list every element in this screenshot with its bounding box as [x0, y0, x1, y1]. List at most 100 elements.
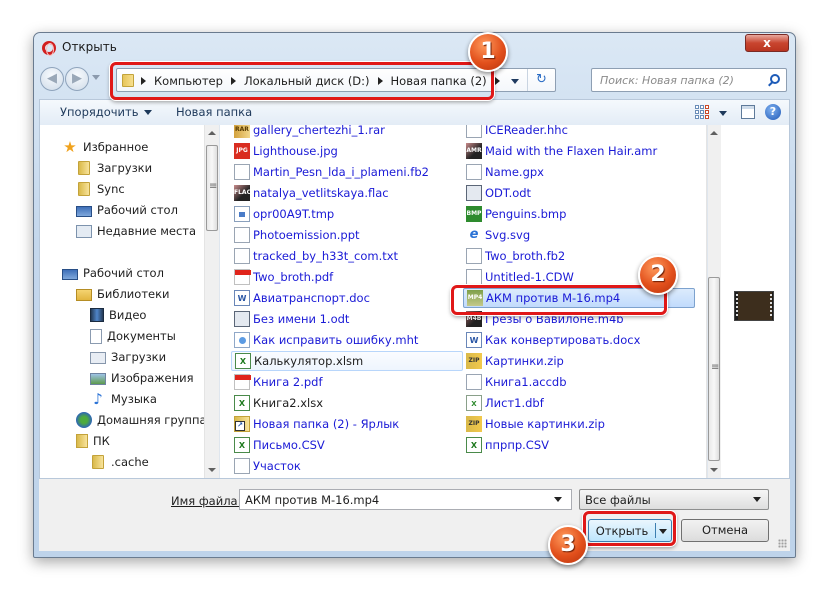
- nav-item[interactable]: Рабочий стол: [62, 263, 164, 283]
- nav-item[interactable]: Изображения: [90, 368, 194, 388]
- search-input[interactable]: Поиск: Новая папка (2): [591, 68, 787, 92]
- file-item[interactable]: Name.gpx: [463, 162, 544, 182]
- change-view-icon[interactable]: [695, 105, 709, 119]
- help-icon[interactable]: ?: [765, 104, 781, 120]
- file-item[interactable]: RAR gallery_chertezhi_1.rar: [231, 125, 385, 140]
- file-item[interactable]: ODT.odt: [463, 183, 531, 203]
- nav-item[interactable]: Библиотеки: [76, 284, 170, 304]
- breadcrumb-computer[interactable]: Компьютер: [154, 74, 223, 88]
- scroll-thumb[interactable]: [206, 145, 218, 231]
- file-item[interactable]: Участок: [231, 456, 301, 476]
- file-item[interactable]: Martin_Pesn_lda_i_plameni.fb2: [231, 162, 429, 182]
- close-button[interactable]: x: [745, 34, 789, 52]
- search-icon[interactable]: [770, 74, 780, 84]
- forward-button[interactable]: ▶: [65, 67, 89, 91]
- word-file-icon: W: [234, 290, 250, 306]
- split-divider: [655, 523, 656, 538]
- file-item[interactable]: Книга1.accdb: [463, 372, 567, 392]
- view-options-dropdown[interactable]: [719, 111, 727, 116]
- nav-item[interactable]: Рабочий стол: [76, 200, 178, 220]
- file-item[interactable]: e Svg.svg: [463, 225, 531, 245]
- nav-item[interactable]: Домашняя группа: [76, 410, 207, 430]
- file-item[interactable]: Без имени 1.odt: [231, 309, 349, 329]
- file-name: gallery_chertezhi_1.rar: [253, 125, 385, 137]
- file-item[interactable]: X Письмо.CSV: [231, 435, 325, 455]
- file-item[interactable]: ICEReader.hhc: [463, 125, 568, 140]
- preview-pane-icon[interactable]: [741, 105, 755, 119]
- file-name: Photoemission.ppt: [253, 228, 360, 242]
- libraries-icon: [76, 289, 92, 301]
- nav-pane-scrollbar[interactable]: [204, 125, 219, 478]
- file-item[interactable]: Книга 2.pdf: [231, 372, 323, 392]
- file-item[interactable]: ZIP Новые картинки.zip: [463, 414, 605, 434]
- opera-icon: [42, 41, 56, 56]
- new-folder-button[interactable]: Новая папка: [176, 105, 252, 119]
- desktop-icon: [62, 268, 78, 280]
- file-item[interactable]: JPG Lighthouse.jpg: [231, 141, 338, 161]
- file-item[interactable]: Two_broth.fb2: [463, 246, 565, 266]
- nav-item[interactable]: ♪ Музыка: [90, 389, 157, 409]
- back-button[interactable]: ◀: [40, 67, 64, 91]
- step-badge-1: 1: [468, 32, 508, 72]
- breadcrumb-new-folder[interactable]: Новая папка (2): [391, 74, 487, 88]
- txt-file-icon: [466, 164, 482, 180]
- forward-arrow-icon: ▶: [72, 71, 82, 86]
- file-name: opr00A9T.tmp: [253, 207, 335, 221]
- nav-item[interactable]: ★ Избранное: [62, 137, 148, 157]
- address-dropdown-icon[interactable]: [511, 79, 519, 84]
- file-type-select[interactable]: Все файлы: [579, 489, 769, 510]
- file-item[interactable]: opr00A9T.tmp: [231, 204, 334, 224]
- nav-item[interactable]: Документы: [90, 326, 176, 346]
- nav-item[interactable]: ПК: [76, 431, 110, 451]
- scroll-up-icon[interactable]: [208, 131, 216, 135]
- file-item[interactable]: M4B Грезы о Вавилоне.m4b: [463, 309, 624, 329]
- file-item[interactable]: Как исправить ошибку.mht: [231, 330, 418, 350]
- file-item[interactable]: AMR Maid with the Flaxen Hair.amr: [463, 141, 657, 161]
- scroll-down-icon[interactable]: [208, 468, 216, 472]
- chevron-right-icon[interactable]: [230, 77, 236, 85]
- chevron-right-icon[interactable]: [494, 77, 500, 85]
- nav-item[interactable]: .cache: [90, 452, 149, 472]
- file-name: Письмо.CSV: [253, 438, 325, 452]
- jpg-file-icon: JPG: [234, 143, 250, 159]
- breadcrumb-local-disk[interactable]: Локальный диск (D:): [244, 74, 370, 88]
- recent-locations-dropdown[interactable]: [92, 75, 100, 80]
- chevron-right-icon[interactable]: [377, 77, 383, 85]
- chevron-right-icon[interactable]: [141, 77, 146, 85]
- file-item[interactable]: Xппрпр.CSV: [463, 435, 549, 455]
- filename-input[interactable]: АКМ против М-16.mp4: [239, 489, 572, 510]
- file-item[interactable]: Photoemission.ppt: [231, 225, 360, 245]
- refresh-icon[interactable]: ↻: [527, 69, 555, 91]
- nav-item[interactable]: Sync: [76, 179, 125, 199]
- nav-item[interactable]: Загрузки: [76, 158, 152, 178]
- open-button[interactable]: Открыть: [588, 519, 672, 542]
- nav-item-label: Рабочий стол: [83, 266, 164, 280]
- nav-item[interactable]: Загрузки: [90, 347, 166, 367]
- file-item[interactable]: Untitled-1.CDW: [463, 267, 574, 287]
- file-item[interactable]: ZIP Картинки.zip: [463, 351, 564, 371]
- svg-file-icon: e: [469, 227, 479, 242]
- cancel-button[interactable]: Отмена: [681, 519, 769, 542]
- file-item[interactable]: W Как конвертировать.docx: [463, 330, 640, 350]
- file-name: tracked_by_h33t_com.txt: [253, 249, 399, 263]
- file-item[interactable]: W Авиатранспорт.doc: [231, 288, 370, 308]
- file-item[interactable]: Новая папка (2) - Ярлык: [231, 414, 399, 434]
- xls-file-icon: X: [466, 437, 482, 453]
- nav-item[interactable]: Видео: [90, 305, 146, 325]
- resize-grip[interactable]: [778, 539, 787, 548]
- file-item[interactable]: Two_broth.pdf: [231, 267, 333, 287]
- nav-item-label: Библиотеки: [97, 287, 170, 301]
- nav-item-label: Домашняя группа: [97, 413, 207, 427]
- m4b-file-icon: M4B: [466, 311, 482, 327]
- file-item[interactable]: tracked_by_h33t_com.txt: [231, 246, 398, 266]
- file-item[interactable]: FLAC natalya_vetlitskaya.flac: [231, 183, 389, 203]
- file-item[interactable]: X Лист1.dbf: [463, 393, 544, 413]
- file-item[interactable]: X Калькулятор.xlsm: [231, 351, 463, 371]
- video-library-icon: [90, 308, 104, 322]
- open-options-dropdown-icon[interactable]: [659, 529, 667, 534]
- nav-item[interactable]: Недавние места: [76, 221, 196, 241]
- file-item[interactable]: BMP Penguins.bmp: [463, 204, 566, 224]
- organize-button[interactable]: Упорядочить: [60, 105, 152, 119]
- chevron-down-icon[interactable]: [554, 497, 562, 502]
- file-item[interactable]: X Книга2.xlsx: [231, 393, 323, 413]
